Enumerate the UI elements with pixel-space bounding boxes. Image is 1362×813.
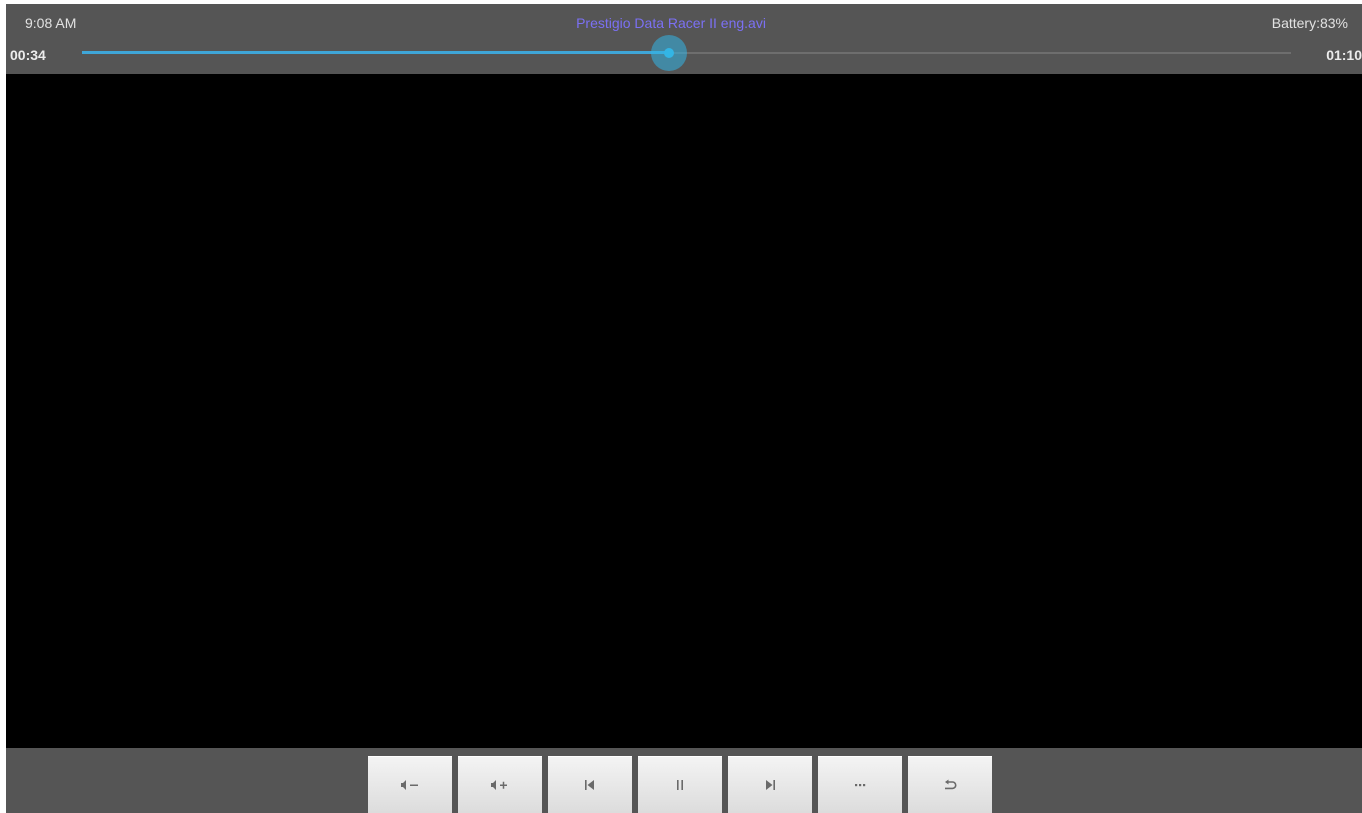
seek-progress xyxy=(82,51,670,54)
pause-button[interactable] xyxy=(638,756,722,813)
seek-bar[interactable] xyxy=(82,35,1291,71)
top-bar: 9:08 AM Prestigio Data Racer II eng.avi … xyxy=(6,4,1362,74)
seek-thumb[interactable] xyxy=(651,35,688,71)
more-button[interactable] xyxy=(818,756,902,813)
elapsed-time: 00:34 xyxy=(10,47,46,63)
skip-next-icon xyxy=(766,780,775,790)
previous-button[interactable] xyxy=(548,756,632,813)
total-duration: 01:10 xyxy=(1326,47,1362,63)
volume-down-icon xyxy=(401,780,418,790)
more-icon xyxy=(855,784,866,787)
battery-status: Battery:83% xyxy=(1271,15,1348,31)
video-surface[interactable] xyxy=(6,74,1362,748)
seek-thumb-core xyxy=(664,48,675,58)
volume-down-button[interactable] xyxy=(368,756,452,813)
volume-up-icon xyxy=(491,780,507,790)
next-button[interactable] xyxy=(728,756,812,813)
back-icon xyxy=(945,779,957,790)
volume-up-button[interactable] xyxy=(458,756,542,813)
video-title: Prestigio Data Racer II eng.avi xyxy=(576,15,766,31)
back-button[interactable] xyxy=(908,756,992,813)
video-player: 9:08 AM Prestigio Data Racer II eng.avi … xyxy=(6,4,1362,813)
bottom-control-bar xyxy=(6,748,1362,813)
skip-previous-icon xyxy=(585,780,594,790)
pause-icon xyxy=(677,780,683,790)
